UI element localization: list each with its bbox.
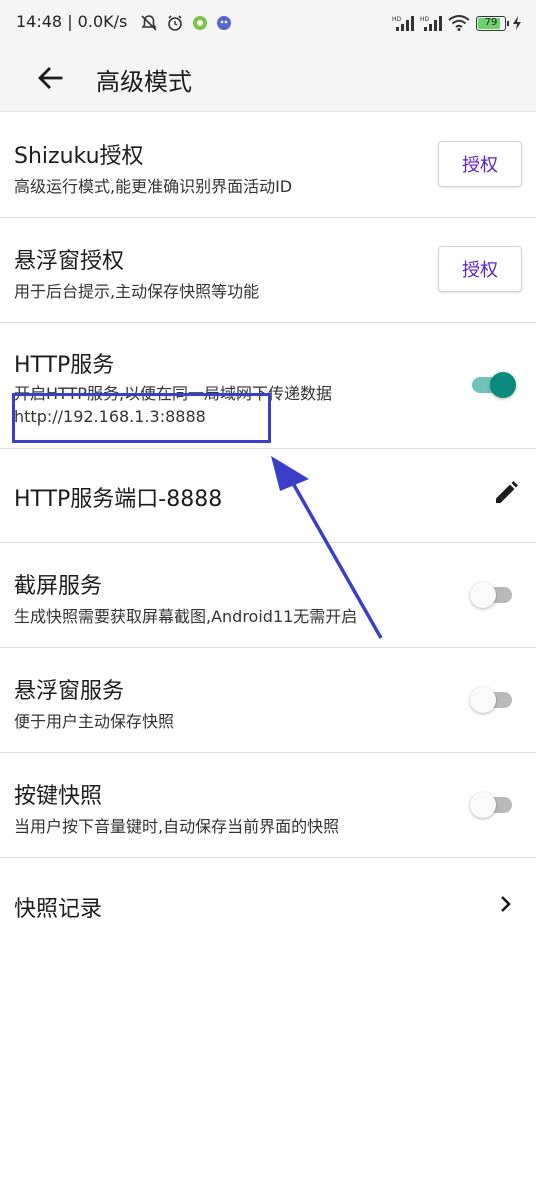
wifi-icon (448, 15, 470, 31)
setting-title: 悬浮窗服务 (14, 679, 125, 704)
app-notification-icon-2 (217, 16, 231, 30)
setting-subtitle: 生成快照需要获取屏幕截图,Android11无需开启 (14, 607, 358, 626)
authorize-overlay-button[interactable]: 授权 (438, 246, 522, 292)
app-notification-icon (193, 16, 207, 30)
screenshot-service-toggle[interactable] (470, 580, 514, 610)
setting-title: 按键快照 (14, 784, 103, 809)
http-service-toggle[interactable] (470, 370, 516, 400)
setting-row-key-snapshot[interactable]: 按键快照 当用户按下音量键时,自动保存当前界面的快照 (0, 753, 536, 858)
status-left-icons (140, 13, 232, 33)
pencil-icon[interactable] (492, 479, 520, 507)
setting-subtitle: 高级运行模式,能更准确识别界面活动ID (14, 177, 293, 196)
svg-text:HD: HD (392, 16, 402, 23)
annotation-highlight-box (12, 393, 271, 443)
battery-indicator: 79 (476, 15, 509, 31)
back-button[interactable] (30, 60, 70, 96)
setting-title: HTTP服务端口-8888 (14, 487, 223, 512)
setting-subtitle: 用于后台提示,主动保存快照等功能 (14, 282, 260, 301)
setting-title: 悬浮窗授权 (14, 249, 125, 274)
setting-row-screenshot-service[interactable]: 截屏服务 生成快照需要获取屏幕截图,Android11无需开启 (0, 543, 536, 648)
setting-row-shizuku: Shizuku授权 高级运行模式,能更准确识别界面活动ID 授权 (0, 113, 536, 218)
setting-row-snapshot-records[interactable]: 快照记录 (0, 858, 536, 952)
charging-icon (513, 16, 521, 30)
setting-row-http-port[interactable]: HTTP服务端口-8888 (0, 449, 536, 543)
setting-row-overlay-auth: 悬浮窗授权 用于后台提示,主动保存快照等功能 授权 (0, 218, 536, 323)
key-snapshot-toggle[interactable] (470, 790, 514, 820)
overlay-service-toggle[interactable] (470, 685, 514, 715)
setting-row-overlay-service[interactable]: 悬浮窗服务 便于用户主动保存快照 (0, 648, 536, 753)
chevron-right-icon (501, 896, 511, 912)
signal-icon-2: HD (420, 16, 442, 31)
status-bar: 14:48 | 0.0K/s HD HD 79 (0, 0, 536, 44)
arrow-left-icon (38, 67, 63, 89)
setting-subtitle: 当用户按下音量键时,自动保存当前界面的快照 (14, 817, 340, 836)
setting-title: Shizuku授权 (14, 144, 144, 169)
setting-subtitle: 便于用户主动保存快照 (14, 712, 175, 731)
status-right-icons: HD HD 79 (392, 13, 522, 33)
switch-thumb (470, 792, 496, 818)
authorize-shizuku-button[interactable]: 授权 (438, 141, 522, 187)
page-title: 高级模式 (96, 68, 192, 96)
switch-thumb (470, 582, 496, 608)
svg-text:HD: HD (420, 16, 430, 23)
alarm-icon (168, 15, 182, 31)
switch-thumb (470, 687, 496, 713)
setting-title: 截屏服务 (14, 574, 103, 599)
setting-title: 快照记录 (14, 897, 103, 922)
signal-icon: HD (392, 16, 414, 31)
mute-bell-icon (141, 15, 157, 31)
app-bar: 高级模式 (0, 44, 536, 112)
switch-thumb (490, 372, 516, 398)
setting-title: HTTP服务 (14, 353, 115, 378)
status-time-speed: 14:48 | 0.0K/s (16, 12, 128, 31)
